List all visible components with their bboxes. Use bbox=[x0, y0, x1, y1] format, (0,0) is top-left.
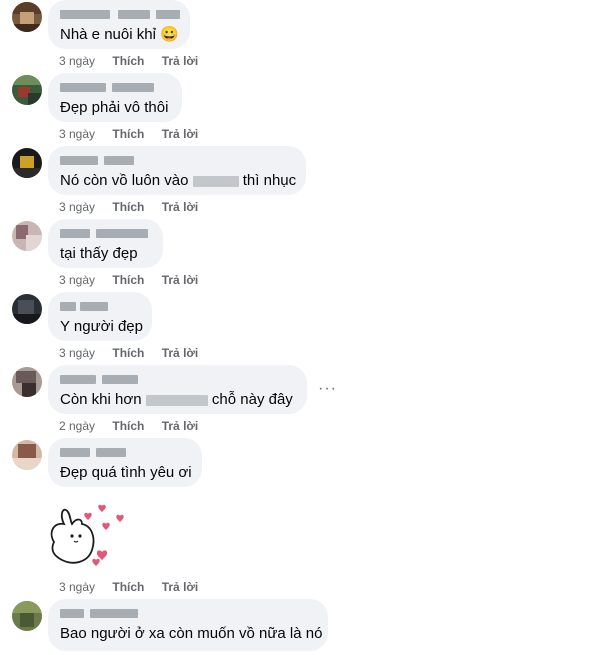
comment-bubble: tại thấy đẹp bbox=[48, 219, 163, 268]
bunny-eye bbox=[70, 534, 74, 538]
comment-actions: 3 ngày Thích Trả lời bbox=[59, 346, 212, 360]
avatar[interactable] bbox=[12, 2, 42, 32]
like-button[interactable]: Thích bbox=[112, 346, 144, 360]
comment-time[interactable]: 3 ngày bbox=[59, 127, 95, 141]
commenter-name-redacted[interactable] bbox=[60, 80, 170, 94]
heart-mark bbox=[98, 504, 106, 512]
avatar[interactable] bbox=[12, 601, 42, 631]
reply-button[interactable]: Trả lời bbox=[162, 54, 199, 68]
avatar[interactable] bbox=[12, 148, 42, 178]
reply-button[interactable]: Trả lời bbox=[162, 273, 199, 287]
reply-button[interactable]: Trả lời bbox=[162, 580, 199, 594]
comment-time[interactable]: 3 ngày bbox=[59, 54, 95, 68]
comment-text-start: Còn khi hơn bbox=[60, 391, 142, 408]
like-button[interactable]: Thích bbox=[112, 54, 144, 68]
comment-text-end: chỗ này đây bbox=[211, 391, 293, 408]
comment-text: Đẹp phải vô thôi bbox=[60, 99, 169, 116]
like-button[interactable]: Thích bbox=[112, 127, 144, 141]
avatar[interactable] bbox=[12, 75, 42, 105]
comment-actions: 3 ngày Thích Trả lời bbox=[59, 127, 212, 141]
comment-bubble: Nó còn vồ luôn vào thì nhục bbox=[48, 146, 306, 195]
comment-actions: 3 ngày Thích Trả lời bbox=[59, 273, 212, 287]
heart-mark bbox=[102, 522, 110, 530]
bunny-hearts-sticker bbox=[50, 504, 124, 566]
reply-button[interactable]: Trả lời bbox=[162, 419, 199, 433]
more-options-icon[interactable]: ··· bbox=[318, 380, 337, 398]
grinning-face-emoji: 😀 bbox=[160, 26, 179, 43]
comment-text-end: thì nhục bbox=[242, 172, 297, 189]
comment-text: Bao người ở xa còn muốn vồ nữa là nó bbox=[60, 625, 323, 642]
like-button[interactable]: Thích bbox=[112, 580, 144, 594]
comment-text-start: Nó còn vồ luôn vào bbox=[60, 172, 189, 189]
commenter-name-redacted[interactable] bbox=[60, 445, 190, 459]
comment-bubble: Y người đẹp bbox=[48, 292, 152, 341]
reply-button[interactable]: Trả lời bbox=[162, 200, 199, 214]
heart-mark bbox=[116, 514, 124, 522]
avatar[interactable] bbox=[12, 440, 42, 470]
avatar[interactable] bbox=[12, 367, 42, 397]
comment-text: Y người đẹp bbox=[60, 318, 143, 335]
avatar[interactable] bbox=[12, 221, 42, 251]
comment-time[interactable]: 3 ngày bbox=[59, 346, 95, 360]
comment-actions: 3 ngày Thích Trả lời bbox=[59, 54, 212, 68]
comment-time[interactable]: 3 ngày bbox=[59, 200, 95, 214]
like-button[interactable]: Thích bbox=[112, 200, 144, 214]
comment-actions: 3 ngày Thích Trả lời bbox=[59, 200, 212, 214]
comment-time[interactable]: 2 ngày bbox=[59, 419, 95, 433]
avatar[interactable] bbox=[12, 294, 42, 324]
reply-button[interactable]: Trả lời bbox=[162, 346, 199, 360]
comment-bubble: Đẹp quá tình yêu ơi bbox=[48, 438, 202, 487]
comment-text: tại thấy đẹp bbox=[60, 245, 138, 262]
comment-actions: 2 ngày Thích Trả lời bbox=[59, 419, 212, 433]
heart-mark bbox=[96, 550, 108, 560]
commenter-name-redacted[interactable] bbox=[60, 226, 151, 240]
bunny-eye bbox=[78, 534, 82, 538]
heart-mark bbox=[92, 558, 100, 566]
heart-mark bbox=[84, 512, 92, 520]
comment-bubble: Bao người ở xa còn muốn vồ nữa là nó bbox=[48, 599, 328, 651]
comment-time[interactable]: 3 ngày bbox=[59, 580, 95, 594]
reply-button[interactable]: Trả lời bbox=[162, 127, 199, 141]
comment-text: Nhà e nuôi khỉ bbox=[60, 26, 156, 43]
commenter-name-redacted[interactable] bbox=[60, 299, 140, 313]
redacted-mention bbox=[145, 394, 208, 406]
comment-bubble: Nhà e nuôi khỉ 😀 bbox=[48, 0, 190, 49]
comment-bubble: Đẹp phải vô thôi bbox=[48, 73, 182, 122]
comment-actions: 3 ngày Thích Trả lời bbox=[59, 580, 212, 594]
commenter-name-redacted[interactable] bbox=[60, 606, 316, 620]
comment-text: Đẹp quá tình yêu ơi bbox=[60, 464, 192, 481]
comment-time[interactable]: 3 ngày bbox=[59, 273, 95, 287]
redacted-mention bbox=[192, 175, 239, 187]
commenter-name-redacted[interactable] bbox=[60, 7, 180, 21]
commenter-name-redacted[interactable] bbox=[60, 153, 294, 167]
like-button[interactable]: Thích bbox=[112, 273, 144, 287]
like-button[interactable]: Thích bbox=[112, 419, 144, 433]
comment-bubble: Còn khi hơn chỗ này đây bbox=[48, 365, 307, 414]
commenter-name-redacted[interactable] bbox=[60, 372, 295, 386]
